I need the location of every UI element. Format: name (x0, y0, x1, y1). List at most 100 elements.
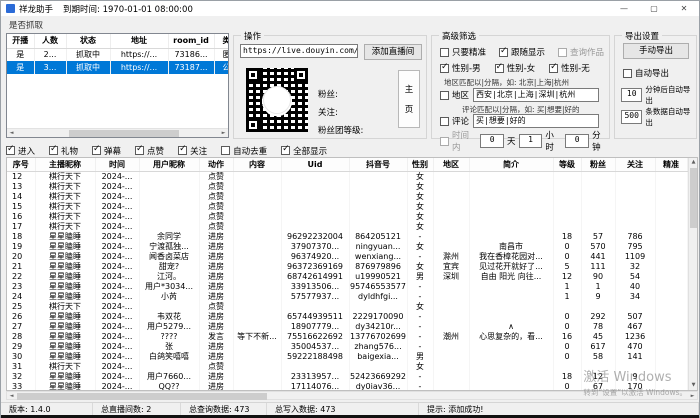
room-row[interactable]: 是3...抓取中https://...73187...公开 (7, 61, 229, 74)
table-row[interactable]: 18星星瞌睡2024-...余同学进房96292232004864205121-… (7, 232, 695, 242)
checkbox-icon[interactable] (440, 48, 449, 57)
filter-checkbox[interactable]: 跟随显示 (499, 46, 545, 58)
main-column-header[interactable]: 等级 (553, 158, 581, 171)
message-type-checkbox[interactable]: 关注 (178, 145, 207, 157)
main-column-header[interactable]: Uid (281, 158, 349, 171)
checkbox-icon[interactable] (499, 48, 508, 57)
table-row[interactable]: 28星星瞌睡2024-...????发言等下不新...7551662269213… (7, 332, 695, 342)
maximize-icon[interactable]: ▢ (639, 1, 669, 16)
main-column-header[interactable]: 地区 (433, 158, 469, 171)
table-row[interactable]: 32星星瞌睡2024-...用户7660...进房23313957...5242… (7, 372, 695, 382)
table-row[interactable]: 14棋行天下2024-...点赞女h (7, 192, 695, 202)
region-input[interactable]: 西安|北京|上海|深圳|杭州 (473, 88, 599, 102)
main-column-header[interactable]: 抖音号 (349, 158, 407, 171)
scroll-left-icon[interactable]: ◄ (7, 392, 16, 401)
filter-checkbox[interactable]: 性别-女 (495, 62, 536, 74)
message-type-checkbox[interactable]: 进入 (6, 145, 35, 157)
checkbox-icon[interactable] (49, 146, 58, 155)
main-table-vscrollbar[interactable]: ▲ ▼ (688, 158, 697, 390)
checkbox-icon[interactable] (221, 146, 230, 155)
table-row[interactable]: 25棋行天下2024-...点赞女h (7, 302, 695, 312)
room-row[interactable]: 是2...抓取中https://...73186...匿名 (7, 48, 229, 61)
main-column-header[interactable]: 内容 (233, 158, 281, 171)
room-column-header[interactable]: 开播 (7, 34, 34, 48)
tab-capture[interactable]: 是否抓取 (9, 19, 43, 31)
checkbox-icon[interactable] (558, 48, 567, 57)
scroll-left-icon[interactable]: ◄ (7, 129, 16, 138)
table-row[interactable]: 15棋行天下2024-...点赞女h (7, 202, 695, 212)
main-column-header[interactable]: 关注 (615, 158, 655, 171)
message-type-checkbox[interactable]: 礼物 (49, 145, 78, 157)
table-row[interactable]: 27星星瞌睡2024-...用户5279...进房18907779...dy34… (7, 322, 695, 332)
table-row[interactable]: 20星星瞌睡2024-...闻香卤菜店进房96374920...wenxiang… (7, 252, 695, 262)
checkbox-icon[interactable] (6, 146, 15, 155)
message-type-checkbox[interactable]: 点赞 (135, 145, 164, 157)
room-column-header[interactable]: 状态 (66, 34, 110, 48)
table-row[interactable]: 29星星瞌睡2024-...张进房35004537...zhang576...-… (7, 342, 695, 352)
checkbox-icon[interactable] (281, 146, 290, 155)
export-minutes-input[interactable]: 10 (621, 88, 642, 102)
checkbox-icon[interactable] (135, 146, 144, 155)
table-row[interactable]: 31棋行天下2024-...点赞女h (7, 362, 695, 372)
live-url-input[interactable]: https://live.douyin.com/425678441727 (240, 44, 358, 58)
table-row[interactable]: 21星星瞌睡2024-...甜宠?进房96372369169876979896女… (7, 262, 695, 272)
main-column-header[interactable]: 序号 (7, 158, 35, 171)
main-column-header[interactable]: 用户昵称 (139, 158, 199, 171)
close-icon[interactable]: ✕ (669, 1, 699, 16)
checkbox-icon[interactable] (92, 146, 101, 155)
main-column-header[interactable]: 主播昵称 (35, 158, 95, 171)
table-row[interactable]: 17棋行天下2024-...点赞女h (7, 222, 695, 232)
checkbox-icon[interactable] (623, 69, 632, 78)
room-column-header[interactable]: 地址 (110, 34, 168, 48)
checkbox-icon[interactable] (440, 117, 449, 126)
room-column-header[interactable]: room_id (168, 34, 214, 48)
main-column-header[interactable]: 精准 (655, 158, 687, 171)
checkbox-icon[interactable] (178, 146, 187, 155)
table-row[interactable]: 12棋行天下2024-...点赞女h (7, 171, 695, 182)
table-row[interactable]: 30星星瞌睡2024-...白鸽笑嘻嘻进房59222188498baigexia… (7, 352, 695, 362)
manual-export-button[interactable]: 手动导出 (623, 43, 689, 59)
main-column-header[interactable]: 粉丝 (581, 158, 615, 171)
main-column-header[interactable]: 动作 (199, 158, 233, 171)
message-type-checkbox[interactable]: 全部显示 (281, 145, 327, 157)
main-column-header[interactable]: 简介 (469, 158, 553, 171)
scrollbar-thumb[interactable] (690, 168, 697, 228)
filter-checkbox[interactable]: 查询作品 (558, 46, 604, 58)
checkbox-icon[interactable] (440, 64, 449, 73)
export-count-input[interactable]: 500 (621, 110, 642, 124)
table-row[interactable]: 13棋行天下2024-...点赞女h (7, 182, 695, 192)
scrollbar-thumb[interactable] (17, 393, 267, 400)
room-column-header[interactable]: 人数 (34, 34, 66, 48)
auto-export-checkbox[interactable]: 自动导出 (623, 67, 669, 79)
filter-checkbox[interactable]: 性别-无 (549, 62, 590, 74)
add-room-button[interactable]: 添加直播间 (364, 44, 422, 60)
table-row[interactable]: 23星星瞌睡2024-...用户*3034...进房33913506...957… (7, 282, 695, 292)
main-column-header[interactable]: 时间 (95, 158, 139, 171)
main-column-header[interactable]: 性别 (407, 158, 433, 171)
minimize-icon[interactable]: — (609, 1, 639, 16)
scroll-up-icon[interactable]: ▲ (689, 158, 698, 167)
region-checkbox[interactable]: 地区 (440, 89, 469, 101)
home-page-button[interactable]: 主 页 (398, 70, 420, 128)
table-row[interactable]: 33星星瞌睡2024-...QQ??进房17114076...dy0iav36.… (7, 382, 695, 392)
scroll-down-icon[interactable]: ▼ (689, 381, 698, 390)
checkbox-icon[interactable] (495, 64, 504, 73)
scroll-right-icon[interactable]: ► (219, 129, 228, 138)
checkbox-icon[interactable] (549, 64, 558, 73)
table-row[interactable]: 19星星瞌睡2024-...宁渡孤独...进房37907370...ningyu… (7, 242, 695, 252)
comment-input[interactable]: 买|想要|好的 (473, 114, 599, 128)
scrollbar-thumb[interactable] (69, 130, 179, 137)
room-column-header[interactable]: 类型 (214, 34, 229, 48)
filter-checkbox[interactable]: 只要精准 (440, 46, 486, 58)
message-type-checkbox[interactable]: 弹幕 (92, 145, 121, 157)
checkbox-icon[interactable] (440, 91, 449, 100)
scroll-right-icon[interactable]: ► (688, 392, 697, 401)
table-row[interactable]: 26星星瞌睡2024-...韦双花进房657449395112229170090… (7, 312, 695, 322)
message-type-checkbox[interactable]: 自动去重 (221, 145, 267, 157)
main-table-hscrollbar[interactable]: ◄ ► (6, 391, 698, 400)
comment-checkbox[interactable]: 评论 (440, 115, 469, 127)
table-row[interactable]: 22星星瞌睡2024-...江河。进房68742614991u19990521男… (7, 272, 695, 282)
table-row[interactable]: 16棋行天下2024-...点赞女h (7, 212, 695, 222)
room-table-hscrollbar[interactable]: ◄ ► (7, 128, 228, 137)
filter-checkbox[interactable]: 性别-男 (440, 62, 481, 74)
